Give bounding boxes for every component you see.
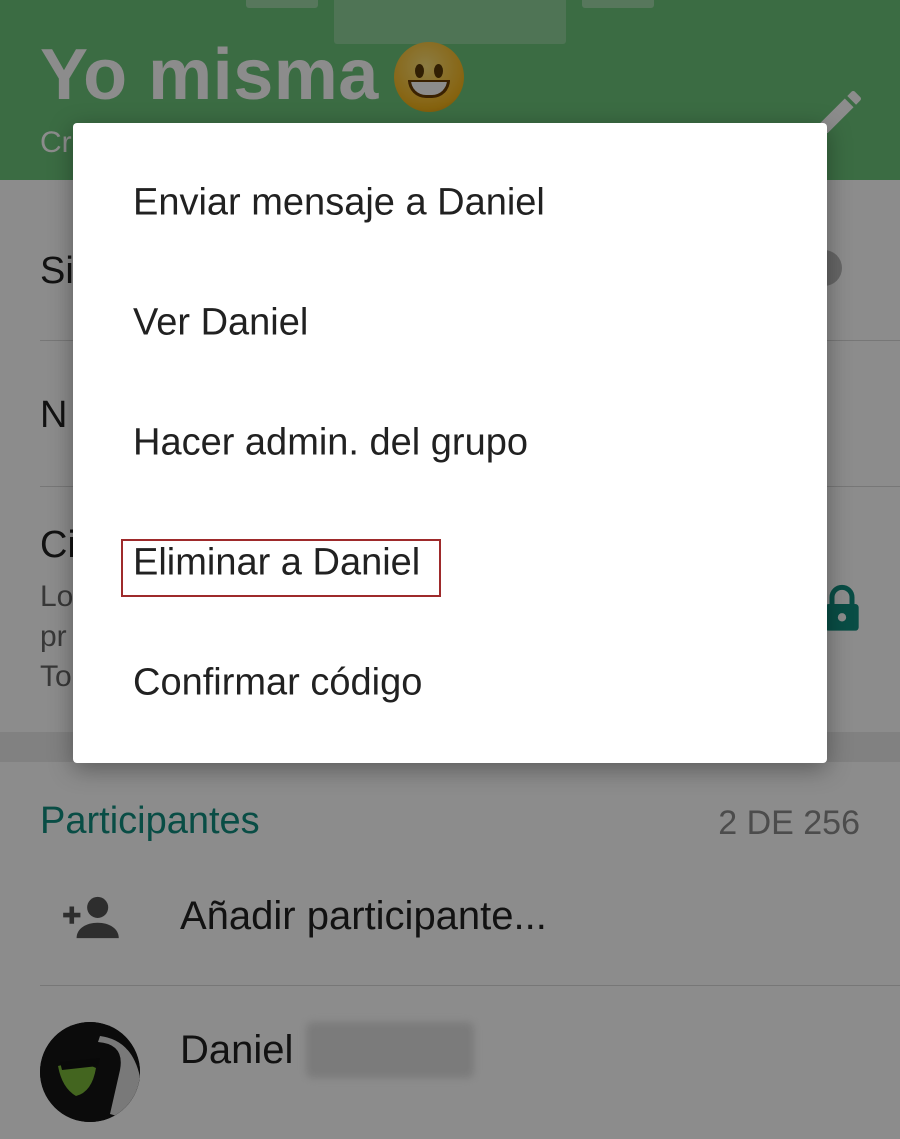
menu-item-label: Eliminar a Daniel bbox=[133, 541, 421, 584]
verify-code-menu-item[interactable]: Confirmar código bbox=[73, 625, 827, 745]
view-contact-menu-item[interactable]: Ver Daniel bbox=[73, 265, 827, 385]
menu-item-label: Confirmar código bbox=[133, 661, 423, 704]
send-message-menu-item[interactable]: Enviar mensaje a Daniel bbox=[73, 145, 827, 265]
menu-item-label: Enviar mensaje a Daniel bbox=[133, 181, 545, 224]
menu-item-label: Ver Daniel bbox=[133, 301, 309, 344]
group-info-screen: Yo misma Cr Si N Ci Lo pr To Participant… bbox=[0, 0, 900, 1139]
menu-item-label: Hacer admin. del grupo bbox=[133, 421, 528, 464]
remove-participant-menu-item[interactable]: Eliminar a Daniel bbox=[73, 505, 827, 625]
make-admin-menu-item[interactable]: Hacer admin. del grupo bbox=[73, 385, 827, 505]
participant-options-dialog: Enviar mensaje a Daniel Ver Daniel Hacer… bbox=[73, 123, 827, 763]
